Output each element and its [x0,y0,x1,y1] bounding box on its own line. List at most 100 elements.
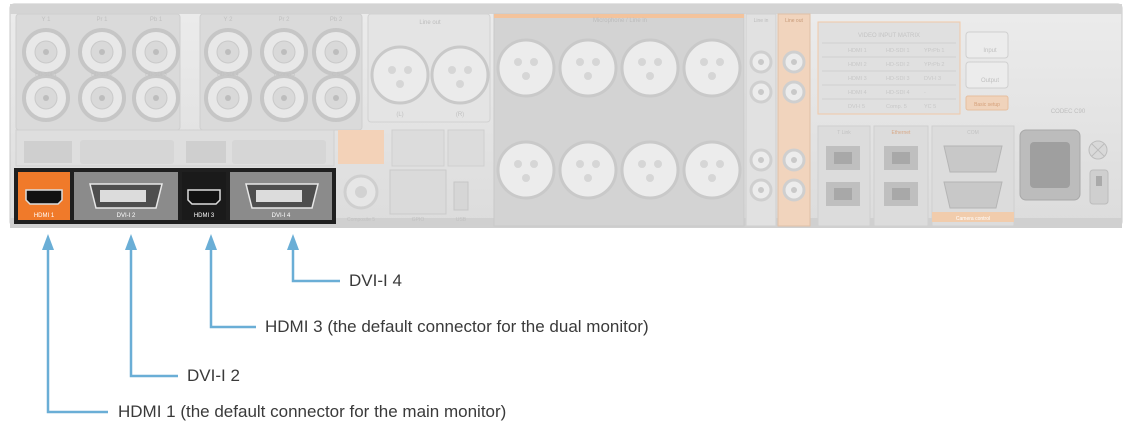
matrix-cell: Comp. 5 [886,104,907,110]
rca-connector-icon [749,148,773,172]
callout-dvi-4: DVI-I 4 [349,271,402,290]
xlr-connector-icon [682,140,742,200]
bnc-sdi-label: C 5 [332,72,340,78]
composite-label: Composite 5 [347,217,375,223]
ethernet-port-icon [884,182,918,206]
codec-rear-panel: Y 1 HD-SDI 1 Pr 1 HD-SDI 2 Pb 1 HD-SDI 3 Y 2 HD… [9,3,1123,228]
input-button-label: Input [983,48,997,54]
bnc-connector-icon [260,28,308,76]
bnc-connector-icon [204,28,252,76]
output-button[interactable] [965,61,1009,89]
line-out-right-label: (R) [456,112,464,118]
bnc-connector-icon [204,74,252,122]
xlr-connector-icon [558,38,618,98]
hdmi-3-label: HDMI 3 [194,213,215,219]
leader-line-dvi-4 [291,248,340,283]
bnc-sdi-label: HD-SDI 2 [91,72,113,78]
bnc-connector-icon [132,74,180,122]
bnc-sdi-label: HD-SDI 3 [145,72,167,78]
ethernet-port-icon [826,182,860,206]
hdmi-port-icon [187,189,221,205]
matrix-cell: YPrPb 1 [924,48,944,54]
rca-connector-icon [782,148,806,172]
com-label: COM [967,130,979,136]
usb-label: USB [456,217,467,223]
callout-dvi-2: DVI-I 2 [187,366,240,385]
xlr-connector-icon [430,45,490,105]
bnc-connector-icon [22,74,70,122]
gpio-block [389,169,447,215]
callout-hdmi-3: HDMI 3 (the default connector for the du… [265,317,649,336]
db9-port-icon [943,145,1003,173]
bnc-connector-icon [343,174,379,210]
ethernet-block [873,125,929,227]
xlr-connector-icon [496,38,556,98]
bnc-connector-icon [312,28,360,76]
matrix-cell: DVI-I 5 [848,104,865,110]
rca-connector-icon [749,178,773,202]
ethernet-port-icon [826,146,860,170]
db9-port-icon [943,181,1003,209]
line-in-label: Line in [754,18,769,24]
input-button[interactable] [965,31,1009,59]
matrix-title: VIDEO INPUT MATRIX [858,33,920,39]
xlr-connector-icon [682,38,742,98]
rca-connector-icon [782,50,806,74]
leader-line-dvi-2 [129,248,178,378]
bnc-top-label: Pb 2 [330,17,343,23]
bnc-connector-icon [260,74,308,122]
bnc-top-label: Y 1 [42,17,52,23]
bnc-connector-icon [132,28,180,76]
rca-connector-icon [749,50,773,74]
matrix-cell: YC 5 [924,104,936,110]
matrix-cell: HD-SDI 1 [886,48,910,54]
usb-port [453,181,469,211]
matrix-cell: HD-SDI 2 [886,62,910,68]
rca-connector-icon [782,80,806,104]
ethernet-label: Ethernet [892,130,912,136]
matrix-cell: HDMI 3 [848,76,867,82]
panel-top-rail [10,4,1122,14]
dvi-port-icon [245,183,319,209]
bnc-connector-icon [312,74,360,122]
basic-setup-label: Basic setup [974,102,1000,108]
xlr-connector-icon [620,38,680,98]
camera-control-label: Camera control [956,216,990,222]
codec-name: CODEC C90 [1051,109,1086,115]
video-output-strip: HDMI 1 DVI-I 2 HDMI 3 DVI-I 4 [14,168,336,224]
matrix-cell: - [924,90,926,96]
dvi-port-icon [89,183,163,209]
bnc-top-label: Pr 2 [278,17,290,23]
line-out-title: Line out [419,20,441,26]
ground-screw-icon [1088,140,1108,160]
line-out-small-label: Line out [785,18,803,24]
bnc-connector-icon [78,28,126,76]
rca-connector-icon [749,80,773,104]
dvi-4-label: DVI-I 4 [272,213,291,219]
output-button-label: Output [981,78,999,84]
bnc-top-label: Pr 1 [96,17,108,23]
bnc-top-label: Y 2 [224,17,234,23]
com-block [931,125,1015,227]
matrix-cell: HD-SDI 4 [886,90,910,96]
mic-title: Microphone / Line in [593,18,647,24]
bnc-sdi-label: HD-SDI 1 [35,72,57,78]
xlr-connector-icon [558,140,618,200]
xlr-connector-icon [620,140,680,200]
matrix-cell: YPrPb 2 [924,62,944,68]
matrix-cell: HD-SDI 3 [886,76,910,82]
matrix-cell: DVI-I 3 [924,76,941,82]
line-out-left-label: (L) [396,112,403,118]
ethernet-port-icon [884,146,918,170]
callout-hdmi-1: HDMI 1 (the default connector for the ma… [118,402,507,421]
power-switch-icon[interactable] [1089,169,1109,205]
dvi-2-label: DVI-I 2 [117,213,136,219]
power-inlet-icon [1019,129,1081,201]
leader-line-hdmi-1 [46,248,108,414]
matrix-cell: HDMI 1 [848,48,867,54]
rca-connector-icon [782,178,806,202]
gpio-label: GPIO [412,217,425,223]
bnc-connector-icon [22,28,70,76]
diagram-stage: Y 1 HD-SDI 1 Pr 1 HD-SDI 2 Pb 1 HD-SDI 3 Y 2 HD… [0,0,1136,437]
t-link-label: T Link [837,130,851,136]
